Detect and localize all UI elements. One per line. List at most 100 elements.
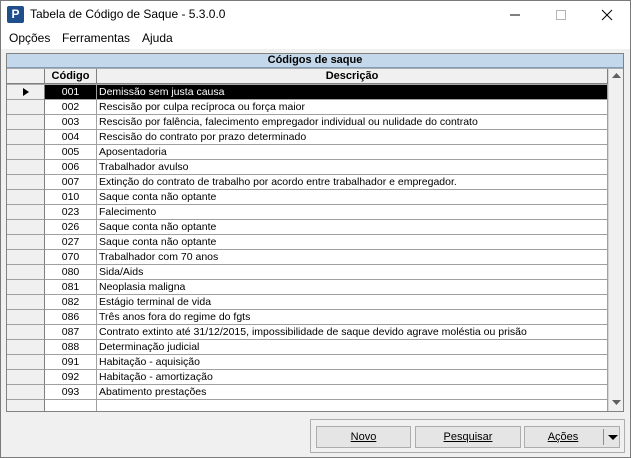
description-cell[interactable] <box>97 400 608 411</box>
table-row[interactable]: 023 Falecimento <box>7 205 608 220</box>
code-cell[interactable]: 088 <box>45 340 97 355</box>
row-indicator[interactable] <box>7 145 45 160</box>
description-cell[interactable]: Extinção do contrato de trabalho por aco… <box>97 175 608 190</box>
minimize-button[interactable] <box>492 1 538 29</box>
table-row[interactable]: 001 Demissão sem justa causa <box>7 85 608 100</box>
code-cell[interactable]: 093 <box>45 385 97 400</box>
header-description[interactable]: Descrição <box>97 69 608 84</box>
description-cell[interactable]: Abatimento prestações <box>97 385 608 400</box>
code-cell[interactable]: 087 <box>45 325 97 340</box>
table-row[interactable]: 080 Sida/Aids <box>7 265 608 280</box>
row-indicator[interactable] <box>7 220 45 235</box>
code-cell[interactable]: 006 <box>45 160 97 175</box>
description-cell[interactable]: Saque conta não optante <box>97 190 608 205</box>
maximize-button[interactable] <box>538 1 584 29</box>
row-indicator[interactable] <box>7 280 45 295</box>
scroll-down-button[interactable] <box>609 396 623 411</box>
code-cell[interactable]: 027 <box>45 235 97 250</box>
pesquisar-button[interactable]: Pesquisar <box>415 426 521 448</box>
row-indicator[interactable] <box>7 115 45 130</box>
novo-button[interactable]: Novo <box>316 426 411 448</box>
row-indicator[interactable] <box>7 205 45 220</box>
description-cell[interactable]: Trabalhador com 70 anos <box>97 250 608 265</box>
description-cell[interactable]: Saque conta não optante <box>97 220 608 235</box>
table-row[interactable]: 026 Saque conta não optante <box>7 220 608 235</box>
description-cell[interactable]: Contrato extinto até 31/12/2015, impossi… <box>97 325 608 340</box>
scroll-up-button[interactable] <box>609 69 623 84</box>
description-cell[interactable]: Saque conta não optante <box>97 235 608 250</box>
description-cell[interactable]: Três anos fora do regime do fgts <box>97 310 608 325</box>
code-cell[interactable]: 092 <box>45 370 97 385</box>
row-indicator[interactable] <box>7 355 45 370</box>
code-cell[interactable] <box>45 400 97 411</box>
row-indicator[interactable] <box>7 265 45 280</box>
table-row[interactable]: 087 Contrato extinto até 31/12/2015, impo… <box>7 325 608 340</box>
row-indicator[interactable] <box>7 250 45 265</box>
description-cell[interactable]: Neoplasia maligna <box>97 280 608 295</box>
table-row[interactable]: 082 Estágio terminal de vida <box>7 295 608 310</box>
description-cell[interactable]: Rescisão por falência, falecimento empre… <box>97 115 608 130</box>
row-indicator[interactable] <box>7 160 45 175</box>
table-row[interactable]: 027 Saque conta não optante <box>7 235 608 250</box>
table-row[interactable]: 005 Aposentadoria <box>7 145 608 160</box>
row-indicator[interactable] <box>7 100 45 115</box>
code-cell[interactable]: 081 <box>45 280 97 295</box>
code-cell[interactable]: 026 <box>45 220 97 235</box>
header-code[interactable]: Código <box>45 69 97 84</box>
code-cell[interactable]: 005 <box>45 145 97 160</box>
code-cell[interactable]: 004 <box>45 130 97 145</box>
row-indicator[interactable] <box>7 385 45 400</box>
close-button[interactable] <box>584 1 630 29</box>
description-cell[interactable]: Rescisão por culpa recíproca ou força ma… <box>97 100 608 115</box>
table-row[interactable]: 091 Habitação - aquisição <box>7 355 608 370</box>
code-cell[interactable]: 007 <box>45 175 97 190</box>
row-indicator[interactable] <box>7 190 45 205</box>
scroll-thumb[interactable] <box>611 85 622 395</box>
chevron-down-icon[interactable] <box>608 435 618 440</box>
row-indicator[interactable] <box>7 85 45 100</box>
row-indicator[interactable] <box>7 325 45 340</box>
description-cell[interactable]: Determinação judicial <box>97 340 608 355</box>
acoes-split-button[interactable]: Ações <box>524 426 620 448</box>
row-indicator[interactable] <box>7 340 45 355</box>
row-indicator[interactable] <box>7 130 45 145</box>
menu-ajuda[interactable]: Ajuda <box>140 31 175 45</box>
table-row[interactable]: 093 Abatimento prestações <box>7 385 608 400</box>
code-cell[interactable]: 003 <box>45 115 97 130</box>
menu-opcoes[interactable]: Opções <box>7 31 52 45</box>
description-cell[interactable]: Trabalhador avulso <box>97 160 608 175</box>
description-cell[interactable]: Estágio terminal de vida <box>97 295 608 310</box>
description-cell[interactable]: Demissão sem justa causa <box>97 85 608 100</box>
row-indicator[interactable] <box>7 175 45 190</box>
description-cell[interactable]: Aposentadoria <box>97 145 608 160</box>
table-row[interactable]: 007 Extinção do contrato de trabalho por … <box>7 175 608 190</box>
code-cell[interactable]: 086 <box>45 310 97 325</box>
table-row[interactable]: 006 Trabalhador avulso <box>7 160 608 175</box>
description-cell[interactable]: Habitação - amortização <box>97 370 608 385</box>
table-row[interactable]: 003 Rescisão por falência, falecimento em… <box>7 115 608 130</box>
code-cell[interactable]: 001 <box>45 85 97 100</box>
description-cell[interactable]: Sida/Aids <box>97 265 608 280</box>
title-bar[interactable]: P Tabela de Código de Saque - 5.3.0.0 <box>1 1 630 29</box>
row-indicator[interactable] <box>7 400 45 411</box>
code-cell[interactable]: 010 <box>45 190 97 205</box>
table-row[interactable] <box>7 400 608 411</box>
table-row[interactable]: 004 Rescisão do contrato por prazo determ… <box>7 130 608 145</box>
table-row[interactable]: 086 Três anos fora do regime do fgts <box>7 310 608 325</box>
table-row[interactable]: 070 Trabalhador com 70 anos <box>7 250 608 265</box>
table-row[interactable]: 010 Saque conta não optante <box>7 190 608 205</box>
description-cell[interactable]: Habitação - aquisição <box>97 355 608 370</box>
description-cell[interactable]: Falecimento <box>97 205 608 220</box>
code-cell[interactable]: 023 <box>45 205 97 220</box>
codes-grid[interactable]: Códigos de saque Código Descrição 001 Dem… <box>6 53 624 412</box>
code-cell[interactable]: 082 <box>45 295 97 310</box>
table-row[interactable]: 081 Neoplasia maligna <box>7 280 608 295</box>
table-row[interactable]: 088 Determinação judicial <box>7 340 608 355</box>
table-row[interactable]: 002 Rescisão por culpa recíproca ou força… <box>7 100 608 115</box>
code-cell[interactable]: 091 <box>45 355 97 370</box>
row-indicator[interactable] <box>7 295 45 310</box>
code-cell[interactable]: 070 <box>45 250 97 265</box>
row-indicator[interactable] <box>7 370 45 385</box>
code-cell[interactable]: 002 <box>45 100 97 115</box>
table-row[interactable]: 092 Habitação - amortização <box>7 370 608 385</box>
